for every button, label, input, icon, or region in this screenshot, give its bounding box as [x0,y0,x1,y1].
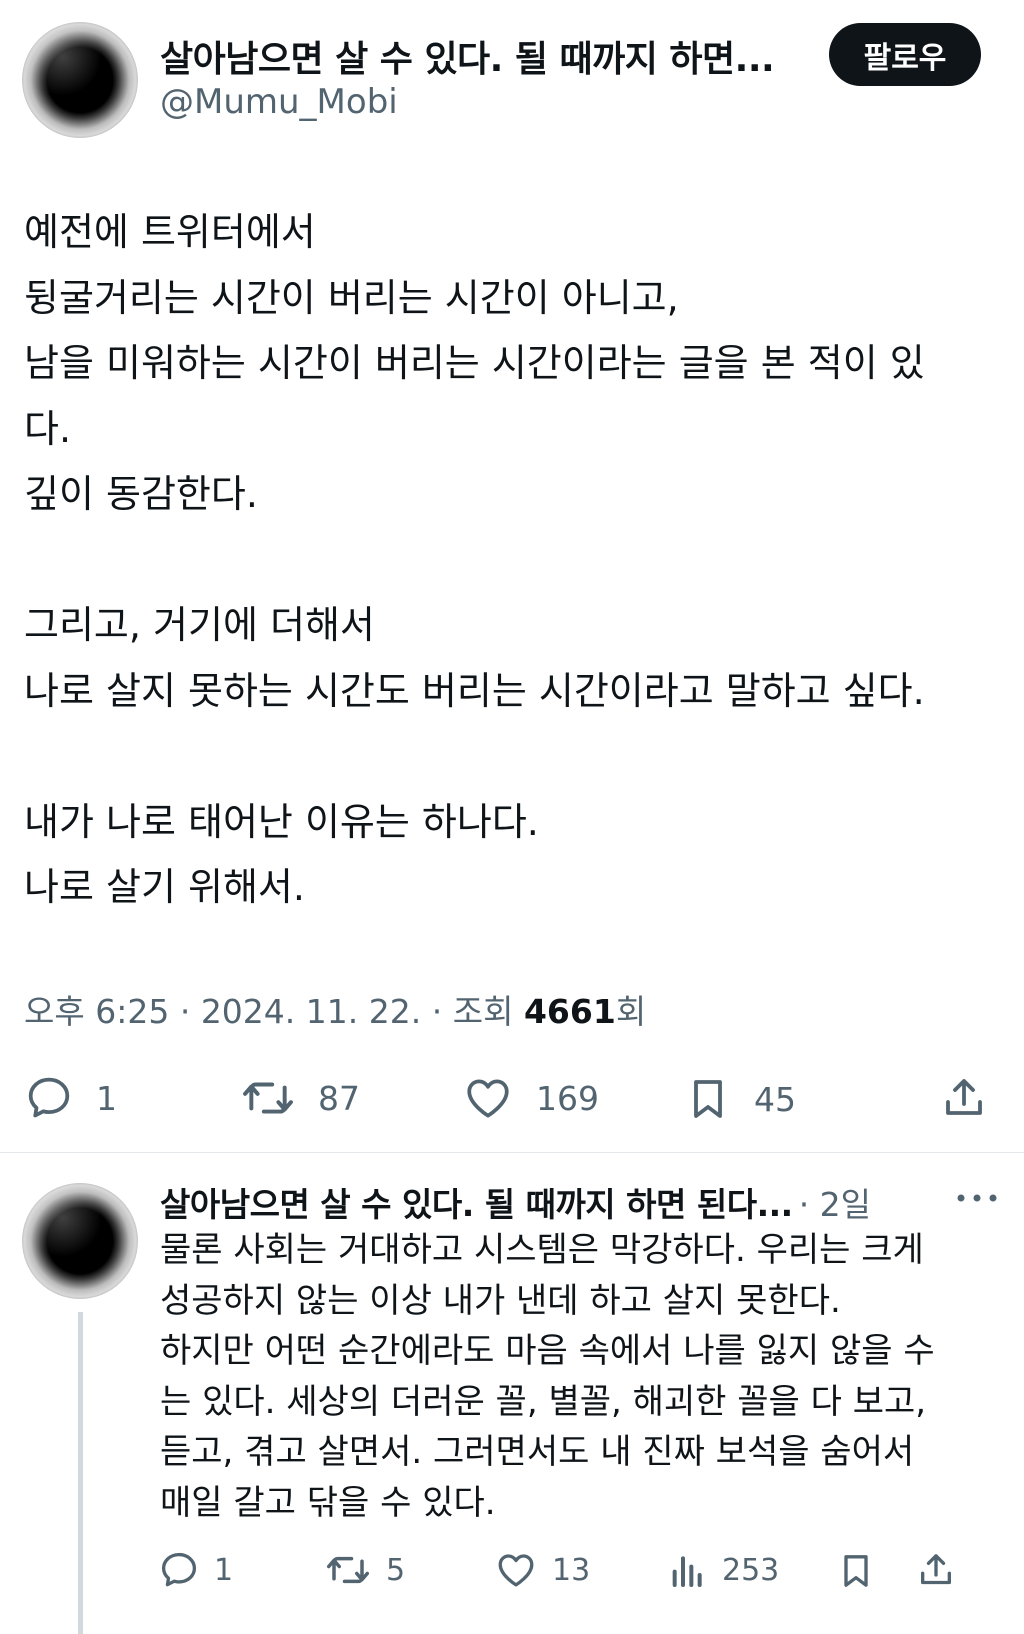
tweet-text: 예전에 트위터에서 뒹굴거리는 시간이 버리는 시간이 아니고, 남을 미워하는… [24,200,1009,921]
retweet-arrows-icon [240,1073,296,1123]
more-dots-icon[interactable] [955,1188,999,1212]
like-count: 169 [536,1078,599,1118]
section-divider [0,1152,1024,1153]
reply-header: 살아남으면 살 수 있다. 될 때까지 하면 된다... · 2일 [160,1178,1000,1226]
retweet-arrows-icon [324,1549,372,1591]
follow-button[interactable]: 팔로우 [829,23,981,86]
heart-icon [494,1549,538,1591]
share-button[interactable] [940,1073,988,1123]
reply-action-bar: 1 5 13 253 [0,1543,1024,1603]
author-display-name[interactable]: 살아남으면 살 수 있다. 될 때까지 하면... [160,30,800,82]
reply-reply-button[interactable]: 1 [158,1549,233,1591]
share-upload-icon [940,1073,988,1123]
reply-text-line: 듣고, 겪고 살면서. 그러면서도 내 진짜 보석을 숨어서 [160,1432,915,1472]
tweet-date[interactable]: 2024. 11. 22. [201,992,421,1031]
views-count: 4661 [523,992,616,1031]
bookmark-count: 45 [754,1079,796,1119]
tweet-text-line: 뒹굴거리는 시간이 버리는 시간이 아니고, [24,275,679,320]
author-avatar[interactable] [22,22,138,138]
reply-views-button[interactable]: 253 [668,1549,779,1591]
tweet-time[interactable]: 오후 6:25 [24,992,169,1031]
tweet-text-line [24,528,1009,594]
tweet-text-line [24,724,1009,790]
reply-like-button[interactable]: 13 [494,1549,590,1591]
reply-like-count: 13 [552,1552,591,1588]
meta-separator: · [179,992,201,1031]
reply-text: 물론 사회는 거대하고 시스템은 막강하다. 우리는 크게 성공하지 않는 이상… [160,1225,1020,1528]
tweet-text-line: 예전에 트위터에서 [24,210,316,254]
tweet-text-line: 내가 나로 태어난 이유는 하나다. [24,799,539,844]
views-label: 조회 [452,992,514,1031]
share-upload-icon [916,1549,956,1591]
heart-icon [462,1073,514,1123]
reply-text-line: 성공하지 않는 이상 내가 낸데 하고 살지 못한다. [160,1280,841,1321]
reply-retweet-button[interactable]: 5 [324,1549,405,1591]
reply-bookmark-button[interactable] [836,1549,876,1593]
reply-count: 1 [96,1078,117,1118]
reply-time[interactable]: · 2일 [799,1178,871,1226]
retweet-button[interactable]: 87 [240,1073,360,1123]
bookmark-icon [684,1073,732,1125]
reply-text-line: 매일 갈고 닦을 수 있다. [160,1482,496,1523]
reply-button[interactable]: 1 [24,1073,117,1123]
tweet-text-line: 남을 미워하는 시간이 버리는 시간이라는 글을 본 적이 있 [24,341,925,385]
bookmark-icon [836,1549,876,1593]
bookmark-button[interactable]: 45 [684,1073,796,1125]
like-button[interactable]: 169 [462,1073,599,1123]
tweet-text-line: 나로 살지 못하는 시간도 버리는 시간이라고 말하고 싶다. [24,668,925,713]
tweet-text-line: 깊이 동감한다. [24,472,258,516]
tweet-text-line: 나로 살기 위해서. [24,865,305,909]
reply-text-line: 는 있다. 세상의 더러운 꼴, 별꼴, 해괴한 꼴을 다 보고, [160,1381,927,1422]
reply-reply-count: 1 [214,1552,234,1588]
tweet-text-line: 그리고, 거기에 더해서 [24,603,375,647]
retweet-count: 87 [318,1078,360,1118]
reply-text-line: 물론 사회는 거대하고 시스템은 막강하다. 우리는 크게 [160,1230,924,1270]
speech-bubble-icon [158,1549,200,1591]
tweet-action-bar: 1 87 169 45 [0,1065,1024,1135]
reply-retweet-count: 5 [386,1552,406,1588]
bar-chart-icon [668,1549,708,1591]
reply-text-line: 하지만 어떤 순간에라도 마음 속에서 나를 잃지 않을 수 [160,1331,935,1371]
tweet-meta: 오후 6:25 · 2024. 11. 22. · 조회 4661회 [24,985,646,1033]
views-suffix: 회 [615,992,647,1031]
speech-bubble-icon [24,1073,74,1123]
tweet-text-line: 다. [24,406,72,451]
author-handle[interactable]: @Mumu_Mobi [160,82,398,122]
reply-views-count: 253 [722,1552,780,1588]
reply-author-avatar[interactable] [22,1183,138,1299]
reply-author-name[interactable]: 살아남으면 살 수 있다. 될 때까지 하면 된다... [160,1178,793,1226]
reply-share-button[interactable] [916,1549,956,1591]
meta-separator: · [431,992,453,1031]
